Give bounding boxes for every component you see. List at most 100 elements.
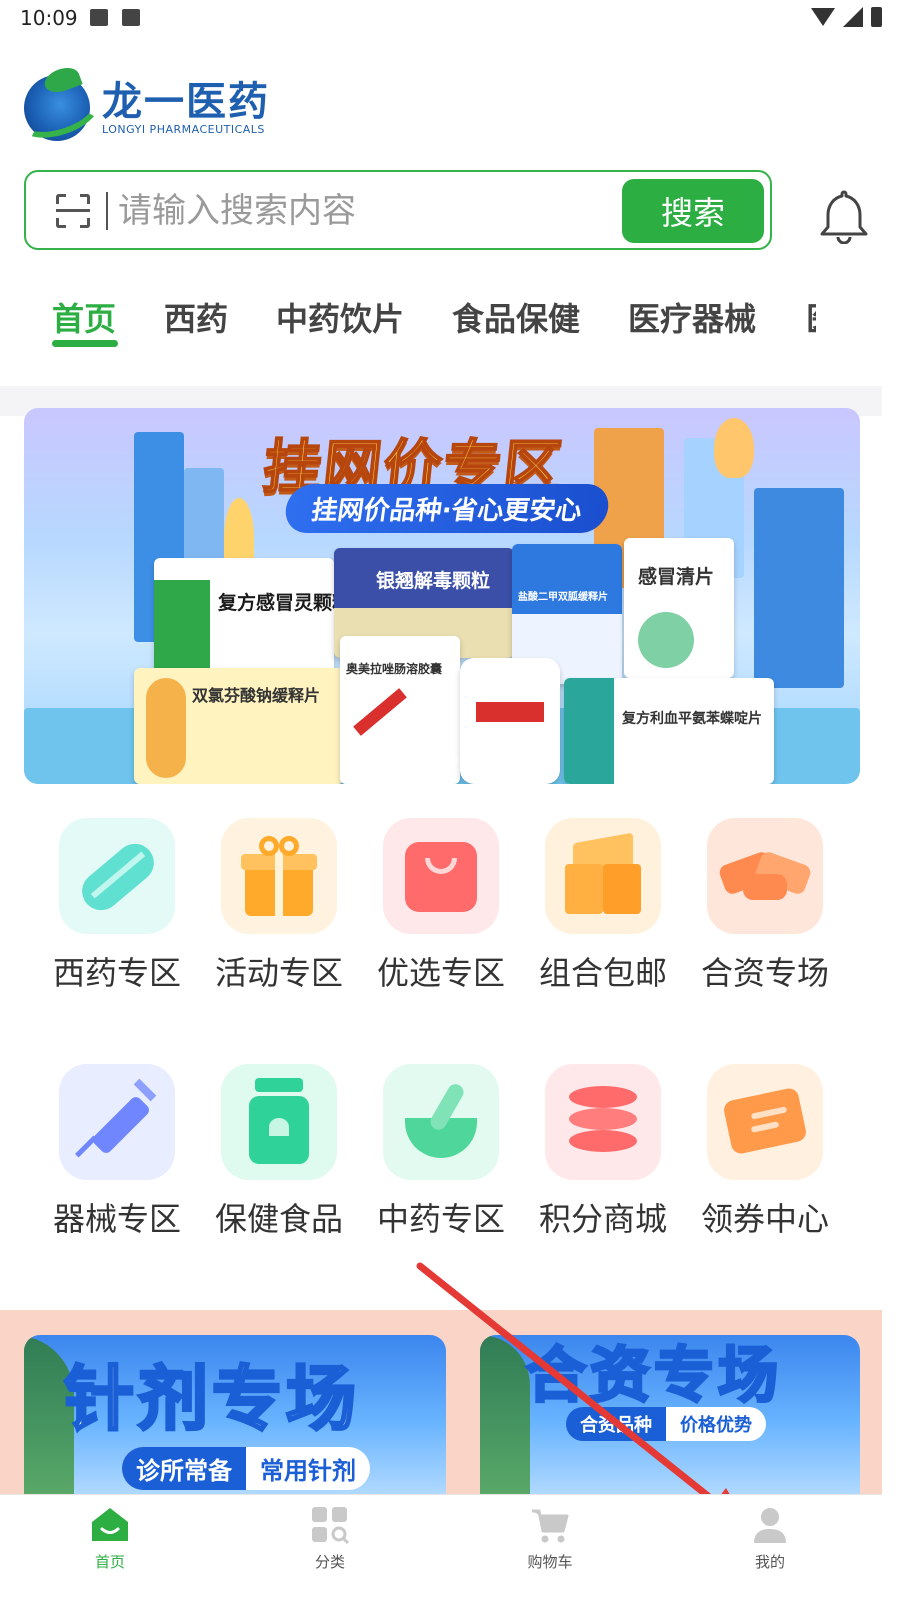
category-label: 保健食品 (214, 1200, 343, 1238)
promo-tag-left: 合资品种 (566, 1407, 666, 1441)
image-notification-icon (90, 9, 108, 26)
promo-card-joint-venture[interactable]: 合资专场 合资品种 价格优势 (480, 1335, 860, 1510)
category-label: 中药专区 (376, 1200, 505, 1238)
product-box: 复方利血平氨苯蝶啶片 (564, 678, 774, 784)
package-box-icon (545, 818, 661, 934)
status-system-icons (811, 7, 882, 27)
status-notification-icons (90, 9, 140, 26)
product-box: 感冒清片 (624, 538, 734, 678)
signal-icon (843, 7, 863, 27)
pagination-dot[interactable] (388, 754, 402, 768)
promo-tag-right: 价格优势 (666, 1407, 766, 1441)
pagination-dot[interactable] (416, 754, 430, 768)
user-icon (754, 1508, 786, 1543)
category-label: 西药专区 (52, 954, 181, 992)
product-name: 复方利血平氨苯蝶啶片 (622, 711, 762, 727)
tab-western-medicine[interactable]: 西药 (164, 294, 228, 340)
coupon-icon (707, 1064, 823, 1180)
health-jar-icon (221, 1064, 337, 1180)
product-box: 双氯芬酸钠缓释片 (134, 668, 344, 784)
promo-title: 合资专场 (525, 1340, 782, 1413)
product-name: 复方感冒灵颗粒 (218, 592, 334, 614)
pagination-dot[interactable] (500, 754, 514, 768)
category-joint-venture[interactable]: 合资专场 (690, 818, 840, 994)
tab-home[interactable]: 首页 (52, 294, 116, 340)
category-health-food[interactable]: 保健食品 (204, 1064, 354, 1240)
logo-name-cn: 龙一医药 (102, 78, 270, 125)
syringe-icon (59, 1064, 175, 1180)
mortar-pestle-icon (383, 1064, 499, 1180)
home-icon (92, 1508, 128, 1541)
cart-icon (532, 1509, 569, 1543)
handshake-icon (707, 818, 823, 934)
category-label: 合资专场 (700, 954, 829, 992)
category-label: 积分商城 (538, 1200, 667, 1238)
promo-tag-left: 诊所常备 (122, 1447, 246, 1490)
search-bar: 搜索 (24, 170, 772, 250)
category-activities[interactable]: 活动专区 (204, 818, 354, 994)
nav-home[interactable]: 首页 (50, 1495, 170, 1572)
category-preferred[interactable]: 优选专区 (366, 818, 516, 994)
tab-medical-devices[interactable]: 医疗器械 (628, 294, 756, 340)
search-button[interactable]: 搜索 (622, 179, 764, 243)
status-time: 10:09 (20, 6, 78, 30)
bell-icon[interactable] (818, 188, 870, 244)
pagination-dot[interactable] (472, 754, 486, 768)
category-grid: 西药专区 活动专区 优选专区 组合包邮 合资专场 器械专区 保健食品 中药专区 … (0, 784, 882, 1274)
search-divider (106, 192, 108, 230)
nav-cart[interactable]: 购物车 (490, 1495, 610, 1572)
category-devices[interactable]: 器械专区 (42, 1064, 192, 1240)
promo-title: 针剂专场 (63, 1357, 360, 1442)
banner-building (754, 488, 844, 688)
category-label: 活动专区 (214, 954, 343, 992)
product-name: 双氯芬酸钠缓释片 (192, 686, 321, 705)
category-tabs: 首页 西药 中药饮片 食品保健 医疗器械 医 (0, 294, 900, 354)
shopping-bag-icon (383, 818, 499, 934)
active-tab-indicator (52, 340, 118, 347)
category-bundle-free-shipping[interactable]: 组合包邮 (528, 818, 678, 994)
nav-label: 我的 (754, 1553, 785, 1571)
banner-subtitle: 挂网价品种·省心更安心 (282, 484, 612, 533)
category-label: 组合包邮 (538, 954, 667, 992)
app-notification-icon (122, 9, 140, 26)
category-grid-icon (312, 1507, 350, 1545)
tab-chinese-herbal-slices[interactable]: 中药饮片 (276, 294, 404, 340)
category-label: 优选专区 (376, 954, 505, 992)
coins-stack-icon (545, 1064, 661, 1180)
nav-profile[interactable]: 我的 (710, 1495, 830, 1572)
logo-name-en: LONGYI PHARMACEUTICALS (102, 122, 265, 136)
status-bar: 10:09 (0, 0, 900, 36)
nav-label: 分类 (314, 1553, 345, 1571)
promo-banner[interactable]: 挂网价专区 挂网价品种·省心更安心 复方感冒灵颗粒 银翘解毒颗粒 盐酸二甲双胍缓… (24, 408, 860, 784)
banner-balloon (714, 418, 754, 478)
tab-food-health[interactable]: 食品保健 (452, 294, 580, 340)
product-name: 盐酸二甲双胍缓释片 (518, 592, 608, 603)
category-label: 领券中心 (700, 1200, 829, 1238)
pagination-dot[interactable] (528, 754, 542, 768)
promo-card-injection[interactable]: 针剂专场 诊所常备 常用针剂 (24, 1335, 446, 1510)
capsule-icon (59, 818, 175, 934)
bottom-navigation: 首页 分类 购物车 我的 (0, 1494, 882, 1600)
promo-tag: 诊所常备 常用针剂 (122, 1447, 370, 1490)
product-name: 感冒清片 (638, 566, 715, 588)
product-name: 奥美拉唑肠溶胶囊 (346, 662, 443, 676)
tab-more-partial[interactable]: 医 (806, 294, 816, 340)
nav-category[interactable]: 分类 (270, 1495, 390, 1572)
pagination-dot[interactable] (444, 754, 458, 768)
category-coupon-center[interactable]: 领券中心 (690, 1064, 840, 1240)
category-points-mall[interactable]: 积分商城 (528, 1064, 678, 1240)
banner-pagination (388, 754, 542, 768)
category-label: 器械专区 (52, 1200, 181, 1238)
nav-label: 首页 (94, 1553, 125, 1571)
search-input[interactable] (118, 186, 618, 236)
scan-icon[interactable] (56, 194, 90, 228)
gift-icon (221, 818, 337, 934)
promo-tag: 合资品种 价格优势 (566, 1407, 766, 1441)
battery-icon (871, 7, 882, 27)
category-chinese-medicine[interactable]: 中药专区 (366, 1064, 516, 1240)
category-western-medicine[interactable]: 西药专区 (42, 818, 192, 994)
product-box: 复方感冒灵颗粒 (154, 558, 334, 678)
logo-globe-icon (24, 75, 90, 141)
palm-tree-decoration (480, 1335, 530, 1510)
product-name: 银翘解毒颗粒 (376, 570, 491, 592)
